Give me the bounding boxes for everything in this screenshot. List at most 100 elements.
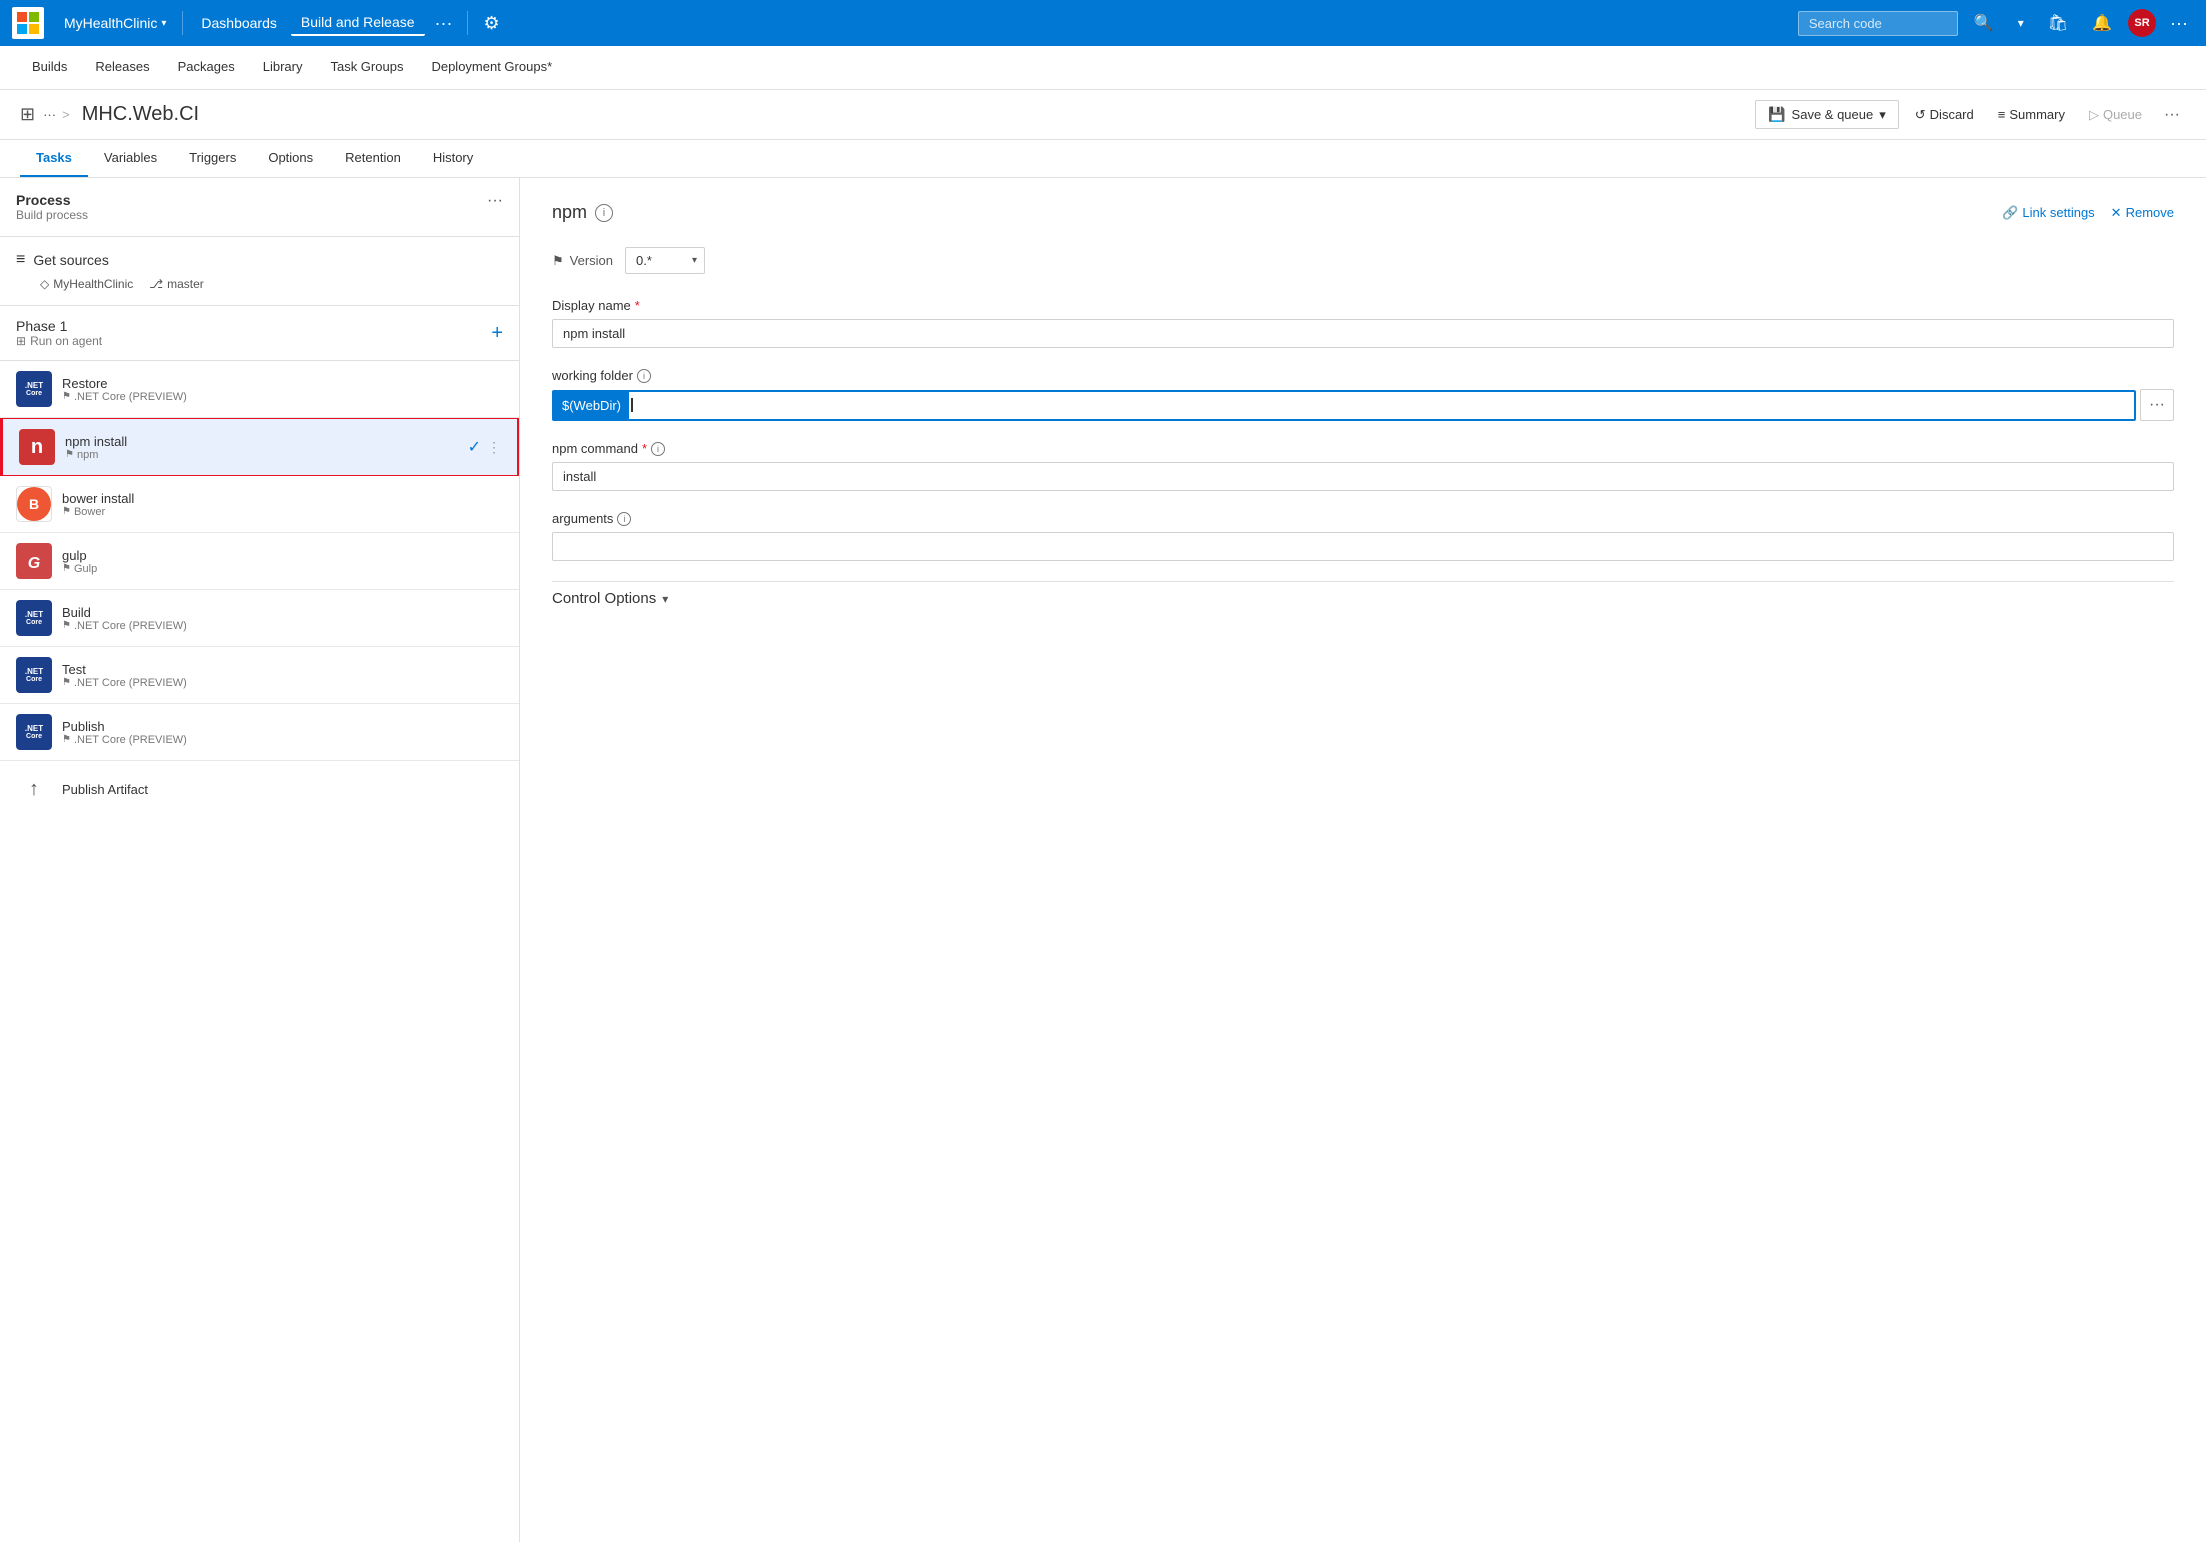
- tab-history[interactable]: History: [417, 140, 489, 177]
- display-name-input[interactable]: [552, 319, 2174, 348]
- sec-nav-packages[interactable]: Packages: [166, 46, 247, 90]
- remove-button[interactable]: ✕ Remove: [2111, 205, 2174, 221]
- task-npm-info: npm install ⚑ npm: [65, 434, 458, 461]
- task-test[interactable]: .NET Core Test ⚑ .NET Core (PREVIEW): [0, 647, 519, 704]
- svg-text:B: B: [29, 496, 39, 512]
- search-input[interactable]: [1798, 11, 1958, 36]
- nav-extra-dots[interactable]: ···: [2164, 9, 2194, 38]
- npm-command-info-icon[interactable]: i: [651, 442, 665, 456]
- svg-text:G: G: [28, 555, 40, 572]
- control-options-section[interactable]: Control Options ▾: [552, 581, 2174, 615]
- npm-title-row: npm i: [552, 202, 613, 223]
- task-build[interactable]: .NET Core Build ⚑ .NET Core (PREVIEW): [0, 590, 519, 647]
- chevron-down-btn[interactable]: ▾: [2010, 12, 2032, 34]
- page-header-actions: 💾 Save & queue ▾ ↺ Discard ≡ Summary ▷ Q…: [1755, 100, 2186, 129]
- sec-nav-deployment-groups[interactable]: Deployment Groups*: [419, 46, 564, 90]
- phase-add-button[interactable]: +: [491, 322, 503, 345]
- process-more-button[interactable]: ···: [487, 192, 503, 210]
- task-restore[interactable]: .NET Core Restore ⚑ .NET Core (PREVIEW): [0, 361, 519, 418]
- working-folder-label: working folder i: [552, 368, 2174, 383]
- task-bower-source: ⚑ Bower: [62, 506, 503, 518]
- sec-nav-builds[interactable]: Builds: [20, 46, 79, 90]
- publish-artifact-icon: ↑: [16, 771, 52, 807]
- npm-command-label: npm command * i: [552, 441, 2174, 456]
- npm-command-input[interactable]: [552, 462, 2174, 491]
- nav-build-release[interactable]: Build and Release: [291, 10, 425, 36]
- tab-bar: Tasks Variables Triggers Options Retenti…: [0, 140, 2206, 178]
- task-drag-icon[interactable]: ⋮: [487, 439, 501, 456]
- working-folder-group: working folder i $(WebDir) ···: [552, 368, 2174, 421]
- task-test-icon: .NET Core: [16, 657, 52, 693]
- tab-triggers[interactable]: Triggers: [173, 140, 252, 177]
- nav-more[interactable]: ···: [429, 9, 459, 38]
- nav-dashboards[interactable]: Dashboards: [191, 11, 287, 35]
- task-bower[interactable]: B bower install ⚑ Bower: [0, 476, 519, 533]
- tab-retention[interactable]: Retention: [329, 140, 417, 177]
- working-folder-input-rest[interactable]: [633, 392, 2134, 419]
- version-select[interactable]: 0.* 1.* 2.*: [625, 247, 705, 274]
- task-check-icon: ✓: [468, 437, 481, 457]
- search-icon-btn[interactable]: 🔍: [1966, 9, 2002, 37]
- app-logo[interactable]: [12, 7, 44, 39]
- flag-icon: ⚑: [62, 391, 71, 402]
- queue-button[interactable]: ▷ Queue: [2081, 102, 2150, 128]
- get-sources-repo: ◇ MyHealthClinic: [40, 277, 133, 291]
- settings-btn[interactable]: ⚙: [476, 9, 508, 38]
- link-settings-button[interactable]: 🔗 Link settings: [2002, 205, 2094, 221]
- user-avatar[interactable]: SR: [2128, 9, 2156, 37]
- task-npm-icon: n: [19, 429, 55, 465]
- notification-btn[interactable]: 🔔: [2084, 9, 2120, 37]
- arguments-group: arguments i: [552, 511, 2174, 561]
- settings-icon: ⚙: [484, 13, 500, 34]
- version-select-wrap: 0.* 1.* 2.* ▾: [625, 247, 705, 274]
- get-sources-section[interactable]: ≡ Get sources ◇ MyHealthClinic ⎇ master: [0, 237, 519, 306]
- breadcrumb: ··· >: [43, 107, 70, 122]
- display-name-label: Display name *: [552, 298, 2174, 313]
- folder-browse-button[interactable]: ···: [2140, 389, 2174, 421]
- remove-x-icon: ✕: [2111, 205, 2122, 221]
- task-publish-source: ⚑ .NET Core (PREVIEW): [62, 734, 503, 746]
- task-gulp-source: ⚑ Gulp: [62, 563, 503, 575]
- working-folder-highlight: $(WebDir): [554, 392, 629, 419]
- discard-button[interactable]: ↺ Discard: [1907, 102, 1982, 128]
- breadcrumb-dots[interactable]: ···: [43, 107, 56, 122]
- get-sources-meta: ◇ MyHealthClinic ⎇ master: [40, 277, 503, 291]
- npm-info-icon[interactable]: i: [595, 204, 613, 222]
- main-content: Process Build process ··· ≡ Get sources …: [0, 178, 2206, 1542]
- summary-button[interactable]: ≡ Summary: [1990, 102, 2073, 127]
- sec-nav-library[interactable]: Library: [251, 46, 315, 90]
- working-folder-row: $(WebDir) ···: [552, 389, 2174, 421]
- save-queue-dropdown-icon[interactable]: ▾: [1879, 107, 1886, 123]
- task-gulp[interactable]: G gulp ⚑ Gulp: [0, 533, 519, 590]
- task-gulp-icon: G: [16, 543, 52, 579]
- task-publish-artifact[interactable]: ↑ Publish Artifact: [0, 761, 519, 817]
- phase-section: Phase 1 ⊞ Run on agent +: [0, 306, 519, 361]
- get-sources-lines-icon: ≡: [16, 251, 25, 269]
- task-publish[interactable]: .NET Core Publish ⚑ .NET Core (PREVIEW): [0, 704, 519, 761]
- task-test-info: Test ⚑ .NET Core (PREVIEW): [62, 662, 503, 689]
- tab-options[interactable]: Options: [252, 140, 329, 177]
- queue-play-icon: ▷: [2089, 107, 2099, 123]
- task-npm-source: ⚑ npm: [65, 449, 458, 461]
- tab-variables[interactable]: Variables: [88, 140, 173, 177]
- version-label: ⚑ Version: [552, 253, 613, 269]
- task-bower-info: bower install ⚑ Bower: [62, 491, 503, 518]
- sec-nav-task-groups[interactable]: Task Groups: [318, 46, 415, 90]
- tab-tasks[interactable]: Tasks: [20, 140, 88, 177]
- cart-icon-btn[interactable]: 🛍: [2040, 9, 2076, 37]
- arguments-input[interactable]: [552, 532, 2174, 561]
- version-flag-icon: ⚑: [552, 253, 564, 269]
- sec-nav-releases[interactable]: Releases: [83, 46, 161, 90]
- org-selector[interactable]: MyHealthClinic ▾: [56, 11, 174, 35]
- save-queue-button[interactable]: 💾 Save & queue ▾: [1755, 100, 1899, 129]
- process-title: Process: [16, 192, 88, 208]
- task-build-info: Build ⚑ .NET Core (PREVIEW): [62, 605, 503, 632]
- branch-icon: ⎇: [149, 277, 163, 291]
- phase-info: Phase 1 ⊞ Run on agent: [16, 318, 102, 348]
- working-folder-info-icon[interactable]: i: [637, 369, 651, 383]
- header-more-button[interactable]: ···: [2158, 102, 2186, 128]
- task-restore-info: Restore ⚑ .NET Core (PREVIEW): [62, 376, 503, 403]
- arguments-info-icon[interactable]: i: [617, 512, 631, 526]
- phase-title: Phase 1: [16, 318, 102, 334]
- task-npm-install[interactable]: n npm install ⚑ npm ✓ ⋮: [0, 418, 519, 476]
